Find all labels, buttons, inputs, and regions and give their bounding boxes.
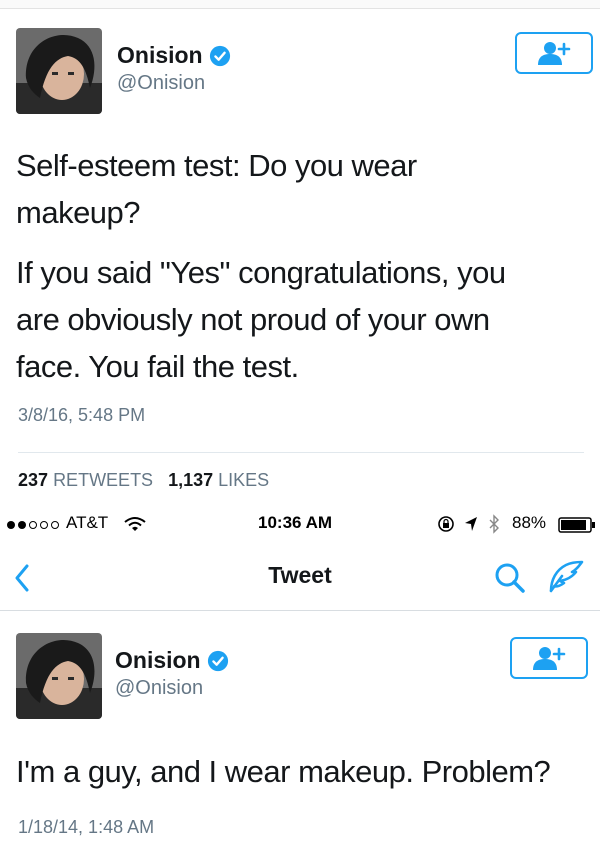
battery-percent: 88% bbox=[512, 513, 547, 532]
status-bar: AT&T 10:36 AM 88% bbox=[0, 508, 600, 542]
display-name[interactable]: Onision bbox=[115, 647, 201, 674]
user-handle[interactable]: @Onision bbox=[117, 72, 205, 95]
top-edge bbox=[0, 0, 600, 9]
retweets-label[interactable]: RETWEETS bbox=[53, 470, 153, 490]
status-time: 10:36 AM bbox=[258, 513, 333, 532]
divider bbox=[18, 452, 584, 453]
tweet-text-line: If you said "Yes" congratulations, you bbox=[16, 255, 506, 290]
tweet-text-line: face. You fail the test. bbox=[16, 349, 299, 384]
bluetooth-icon bbox=[489, 514, 499, 534]
likes-count[interactable]: 1,137 bbox=[168, 470, 213, 490]
avatar-image bbox=[16, 633, 102, 719]
tweet-text: I'm a guy, and I wear makeup. Problem? bbox=[16, 754, 551, 789]
battery-icon bbox=[558, 517, 595, 533]
avatar[interactable] bbox=[16, 28, 102, 114]
navigation-bar: Tweet bbox=[0, 544, 600, 611]
tweet-timestamp[interactable]: 3/8/16, 5:48 PM bbox=[18, 405, 145, 426]
avatar[interactable] bbox=[16, 633, 102, 719]
signal-dots-icon bbox=[7, 521, 59, 529]
tweet-text-line: are obviously not proud of your own bbox=[16, 302, 490, 337]
tweet-text-line: Self-esteem test: Do you wear bbox=[16, 148, 417, 183]
search-icon[interactable] bbox=[494, 562, 526, 594]
compose-icon[interactable] bbox=[548, 560, 584, 594]
location-arrow-icon bbox=[465, 517, 477, 531]
likes-label[interactable]: LIKES bbox=[218, 470, 269, 490]
wifi-icon bbox=[124, 517, 146, 531]
retweets-count[interactable]: 237 bbox=[18, 470, 48, 490]
carrier-name: AT&T bbox=[66, 513, 109, 532]
tweet-stats: 237 RETWEETS 1,137 LIKES bbox=[18, 470, 269, 491]
follow-button[interactable] bbox=[515, 32, 593, 74]
verified-badge-icon bbox=[207, 650, 228, 671]
tweet-timestamp[interactable]: 1/18/14, 1:48 AM bbox=[18, 817, 154, 838]
follow-user-icon bbox=[533, 647, 566, 670]
lock-rotation-icon bbox=[438, 516, 454, 532]
tweet-text-line: makeup? bbox=[16, 195, 141, 230]
avatar-image bbox=[16, 28, 102, 114]
verified-badge-icon bbox=[209, 45, 230, 66]
display-name[interactable]: Onision bbox=[117, 42, 203, 69]
follow-user-icon bbox=[538, 42, 571, 65]
follow-button[interactable] bbox=[510, 637, 588, 679]
user-handle[interactable]: @Onision bbox=[115, 677, 203, 700]
